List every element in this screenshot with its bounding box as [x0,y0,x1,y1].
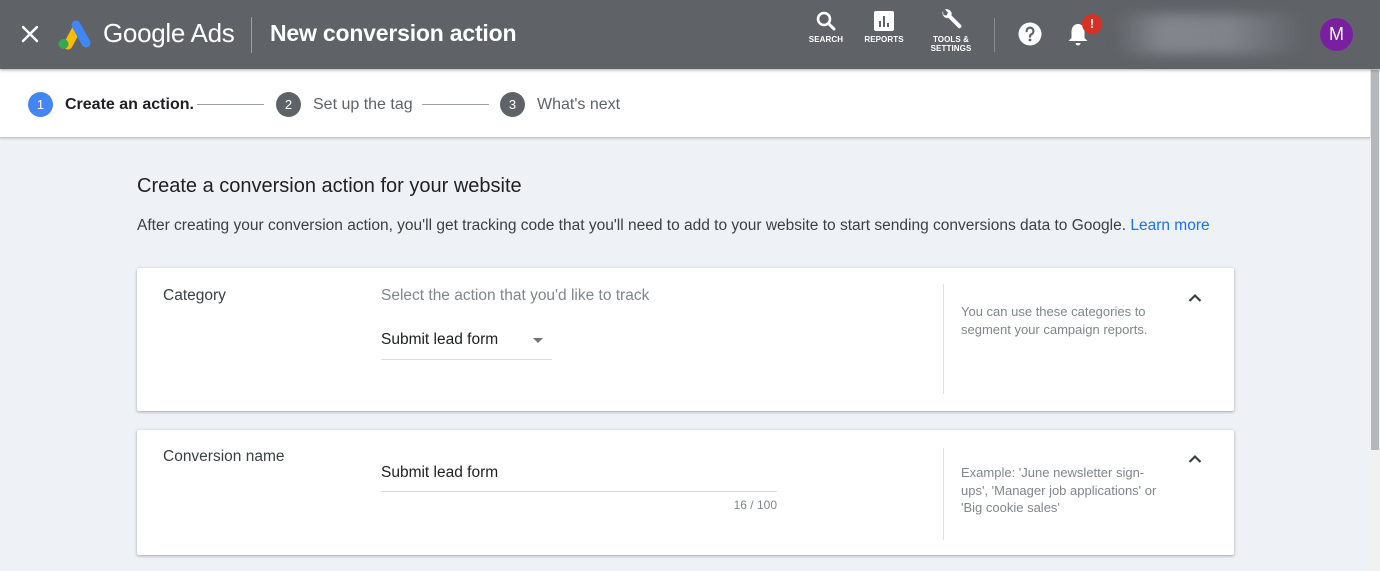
step-label: Create an action. [65,95,194,113]
google-ads-logo-icon [55,19,91,51]
conversion-name-help-text: Example: 'June newsletter sign-ups', 'Ma… [961,465,1157,515]
section-heading: Create a conversion action for your webs… [137,175,522,197]
conversion-name-label: Conversion name [163,448,285,465]
category-prompt: Select the action that you'd like to tra… [381,287,650,304]
tools-label: TOOLS & SETTINGS [931,35,972,53]
conversion-name-card: Conversion name Submit lead form 16 / 10… [137,430,1234,555]
close-icon [21,25,39,43]
collapse-conversion-name-button[interactable] [1185,449,1205,469]
reports-label: REPORTS [864,35,904,44]
chevron-up-icon [1188,293,1202,302]
collapse-category-button[interactable] [1185,288,1205,308]
notification-badge: ! [1082,14,1102,34]
step-number: 1 [28,92,53,117]
conversion-name-value: Submit lead form [381,464,499,481]
tools-label-line2: SETTINGS [930,44,972,53]
top-app-bar: Google Ads New conversion action SEARCH … [0,0,1380,69]
category-selected-value: Submit lead form [381,331,499,348]
step-label: What's next [537,95,621,113]
account-info-blurred[interactable] [1115,14,1305,54]
reports-icon [874,11,894,31]
search-button[interactable]: SEARCH [806,10,846,44]
section-description: After creating your conversion action, y… [137,216,1227,236]
help-icon [1018,22,1042,46]
step-connector [422,104,489,105]
help-divider [943,448,944,540]
category-card: Category Select the action that you'd li… [137,268,1234,411]
step-whats-next[interactable]: 3 What's next [500,92,620,117]
dropdown-arrow-icon [533,338,543,343]
step-label: Set up the tag [313,95,413,113]
category-help-text: You can use these categories to segment … [961,304,1148,337]
nav-divider [994,18,995,52]
character-counter: 16 / 100 [733,498,777,512]
step-set-up-tag[interactable]: 2 Set up the tag [276,92,413,117]
tools-label-line1: TOOLS & [932,35,970,44]
category-dropdown[interactable]: Submit lead form [381,327,552,360]
brand-name: Google Ads [103,18,235,48]
conversion-name-input[interactable]: Submit lead form [381,458,777,492]
page-title: New conversion action [270,20,517,46]
step-number: 3 [500,92,525,117]
learn-more-link[interactable]: Learn more [1130,217,1209,234]
search-icon [816,11,836,31]
tools-settings-button[interactable]: TOOLS & SETTINGS [924,8,978,53]
chevron-up-icon [1188,454,1202,463]
category-label: Category [163,287,226,304]
scrollbar-thumb[interactable] [1371,70,1379,450]
avatar[interactable]: M [1320,18,1353,51]
description-text: After creating your conversion action, y… [137,217,1127,234]
step-create-action[interactable]: 1 Create an action. [28,92,194,117]
step-connector [197,104,264,105]
close-button[interactable] [19,23,41,45]
title-divider [251,17,252,53]
progress-stepper: 1 Create an action. 2 Set up the tag 3 W… [0,69,1370,138]
step-number: 2 [276,92,301,117]
help-divider [943,284,944,394]
wrench-icon [942,9,962,29]
search-label: SEARCH [808,35,844,44]
reports-button[interactable]: REPORTS [862,10,906,44]
help-button[interactable] [1018,22,1042,46]
